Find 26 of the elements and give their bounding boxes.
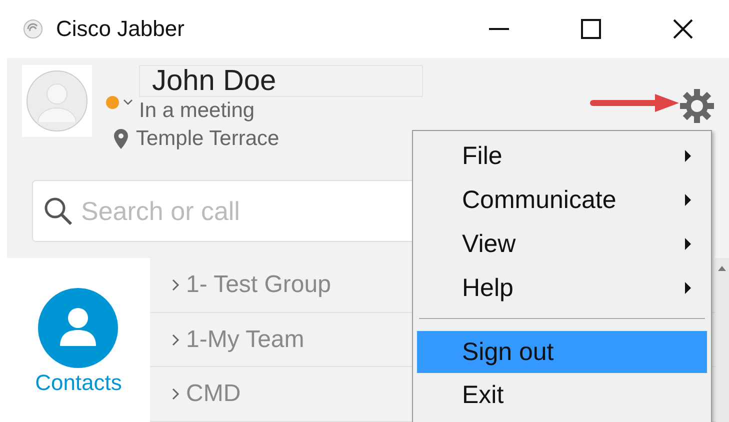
settings-icon[interactable] <box>679 88 715 124</box>
minimize-icon <box>489 28 509 30</box>
menu-item[interactable]: Help <box>417 266 707 310</box>
close-icon <box>673 19 693 39</box>
status-text: In a meeting <box>139 99 256 123</box>
search-field[interactable]: Search or call <box>81 196 381 226</box>
display-name-field[interactable]: John Doe <box>139 65 423 97</box>
search-icon <box>43 196 73 226</box>
chevron-icon <box>172 278 180 291</box>
submenu-arrow-icon <box>685 194 691 206</box>
location-text: Temple Terrace <box>136 127 280 151</box>
submenu-arrow-icon <box>685 282 691 294</box>
menu-item[interactable]: Sign out <box>417 331 707 373</box>
maximize-icon <box>581 19 601 39</box>
chevron-icon <box>172 334 180 346</box>
chevron-icon <box>172 388 180 400</box>
app-logo-icon <box>22 18 44 40</box>
scroll-up-icon[interactable] <box>718 266 726 271</box>
chevron-down-icon[interactable] <box>123 99 133 106</box>
submenu-arrow-icon <box>685 238 691 250</box>
location-pin-icon <box>114 129 128 149</box>
window-title: Cisco Jabber <box>56 16 184 42</box>
submenu-arrow-icon <box>685 150 691 162</box>
menu-item[interactable]: Exit <box>417 373 707 417</box>
menu-item[interactable]: File <box>417 134 707 178</box>
scrollbar[interactable] <box>715 258 729 422</box>
